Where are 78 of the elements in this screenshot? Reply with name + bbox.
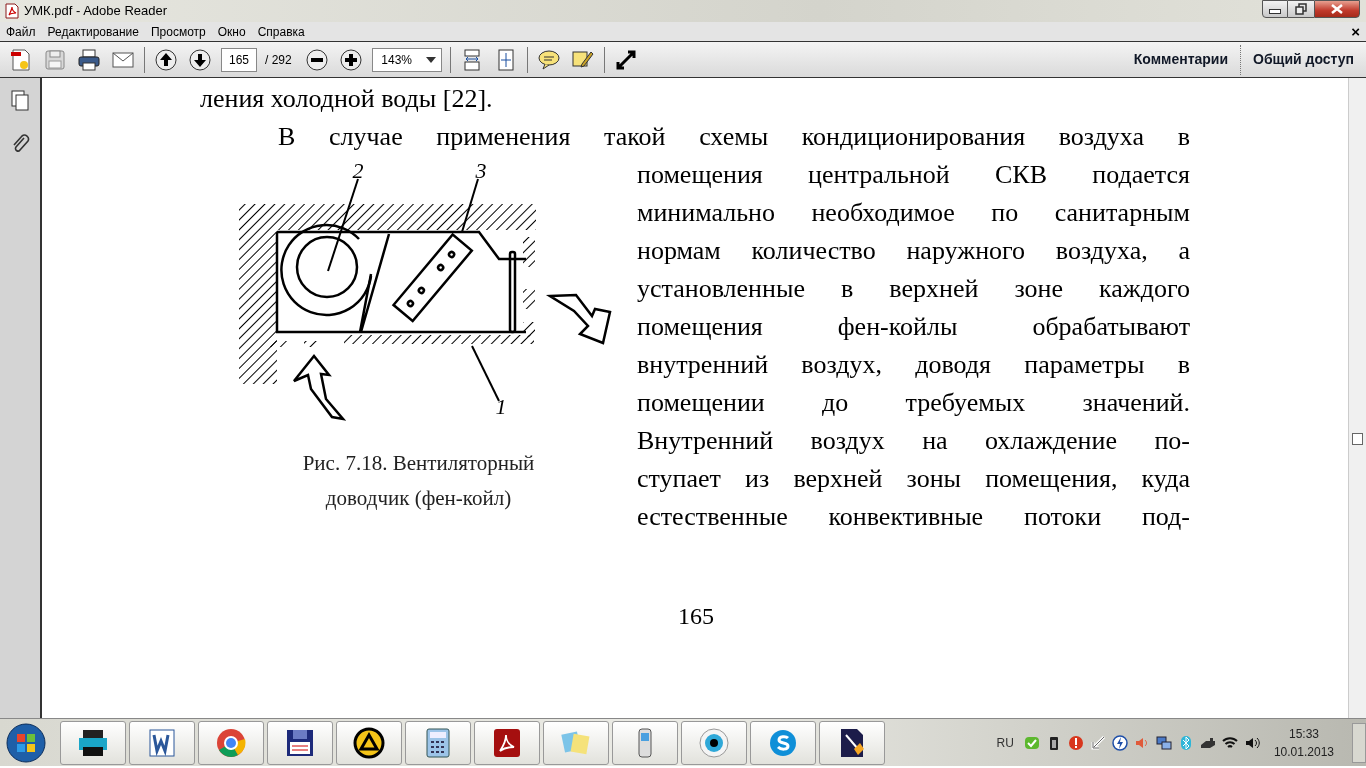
- language-indicator[interactable]: RU: [996, 733, 1014, 752]
- taskbar-button[interactable]: [819, 720, 885, 765]
- clock-date[interactable]: 10.01.2013: [1273, 742, 1334, 761]
- text-line: ления холодной воды [22].: [200, 83, 494, 115]
- text-line: установленные в верхней зоне каждого: [637, 273, 1190, 305]
- callout-number: 2: [352, 158, 363, 183]
- floppy-icon: [43, 47, 67, 72]
- callout-number: 1: [495, 394, 506, 419]
- zoom-in-icon: [338, 47, 363, 72]
- paperclip-button[interactable]: [10, 132, 30, 154]
- page-number-field[interactable]: 165: [221, 47, 257, 72]
- alert-icon[interactable]: [1067, 734, 1084, 751]
- text-line: помещения фен-койлы обрабатывают: [637, 311, 1190, 343]
- zoom-in-button[interactable]: [337, 46, 364, 73]
- menu-item[interactable]: Просмотр: [144, 22, 212, 41]
- text-line: помещения центральной СКВ подается: [637, 159, 1190, 191]
- figure-caption: доводчик (фен-койл): [325, 485, 512, 512]
- page-total: / 292: [265, 51, 292, 69]
- menu-item[interactable]: Справка: [251, 22, 311, 41]
- taskbar-button[interactable]: [267, 720, 333, 765]
- text-line: естественные конвективные потоки под-: [637, 501, 1190, 533]
- taskbar-button[interactable]: [129, 720, 195, 765]
- leader-line: [460, 178, 479, 233]
- restore-button[interactable]: [1288, 0, 1314, 18]
- restore-icon: [1295, 3, 1307, 15]
- pages-button[interactable]: [10, 90, 30, 112]
- taskbar-button[interactable]: [336, 720, 402, 765]
- lightning-icon[interactable]: [1111, 734, 1128, 751]
- zoom-out-button[interactable]: [303, 46, 330, 73]
- panel-tab[interactable]: Комментарии: [1121, 41, 1241, 78]
- ring-ball-icon: [215, 726, 247, 759]
- window-title: УМК.pdf - Adobe Reader: [24, 2, 168, 21]
- figure-caption: Рис. 7.18. Вентиляторный: [302, 450, 535, 477]
- caret-icon: [425, 56, 436, 63]
- text-line: В случае применения такой схемы кондиционирования воздуха в: [278, 121, 1190, 153]
- text-line: Внутренний воздух на охлаждение по-: [637, 425, 1190, 457]
- callout-number: 3: [475, 158, 486, 183]
- outflow-arrow: [545, 293, 611, 345]
- check-icon[interactable]: [1023, 734, 1040, 751]
- network-icon[interactable]: [1155, 734, 1172, 751]
- text-line: нормам количество наружного воздуха, а: [637, 235, 1190, 267]
- print-icon: [77, 47, 101, 72]
- close-button[interactable]: [1314, 0, 1360, 18]
- menu-item[interactable]: Файл: [0, 22, 42, 41]
- menu-item[interactable]: Окно: [211, 22, 252, 41]
- pdf-reader-icon: [491, 726, 523, 759]
- eye-icon: [698, 726, 730, 759]
- speech-bubble-icon: [536, 47, 561, 72]
- text-line: ступает из верхней зоны помещения, куда: [637, 463, 1190, 495]
- start-button[interactable]: [6, 722, 46, 763]
- pdf-file-icon: [4, 3, 20, 19]
- menu-item[interactable]: Редактирование: [41, 22, 145, 41]
- triangle-badge-icon: [353, 726, 385, 759]
- text-line: внутренний воздух, доводя параметры в: [637, 349, 1190, 381]
- create-pdf-icon: [9, 47, 33, 72]
- text-line: помещении до требуемых значений.: [637, 387, 1190, 419]
- zoom-dropdown[interactable]: 143%: [371, 47, 442, 72]
- down-arrow-button[interactable]: [187, 46, 213, 73]
- document-w-icon: [146, 726, 178, 759]
- leader-line: [470, 345, 500, 402]
- taskbar-button[interactable]: [474, 720, 540, 765]
- minimize-icon: [1269, 9, 1281, 14]
- page-number: 165: [678, 602, 714, 631]
- up-arrow-button[interactable]: [153, 46, 179, 73]
- print-button[interactable]: [76, 46, 102, 73]
- inflow-arrow: [292, 354, 346, 421]
- wifi-icon[interactable]: [1221, 734, 1238, 751]
- text-line: минимально необходимое по санитарным: [637, 197, 1190, 229]
- panel-tab[interactable]: Общий доступ: [1241, 41, 1366, 78]
- close-icon: [1331, 4, 1343, 14]
- diagonal-arrow-icon[interactable]: [1089, 734, 1106, 751]
- scrollbar-thumb[interactable]: [1352, 433, 1363, 445]
- scrollbar[interactable]: [1348, 78, 1366, 718]
- clock-time[interactable]: 15:33: [1288, 724, 1319, 743]
- taskbar-button[interactable]: [60, 720, 126, 765]
- minimize-button[interactable]: [1262, 0, 1288, 18]
- zoom-out-icon: [304, 47, 329, 72]
- close-document-button[interactable]: ×: [1351, 22, 1360, 42]
